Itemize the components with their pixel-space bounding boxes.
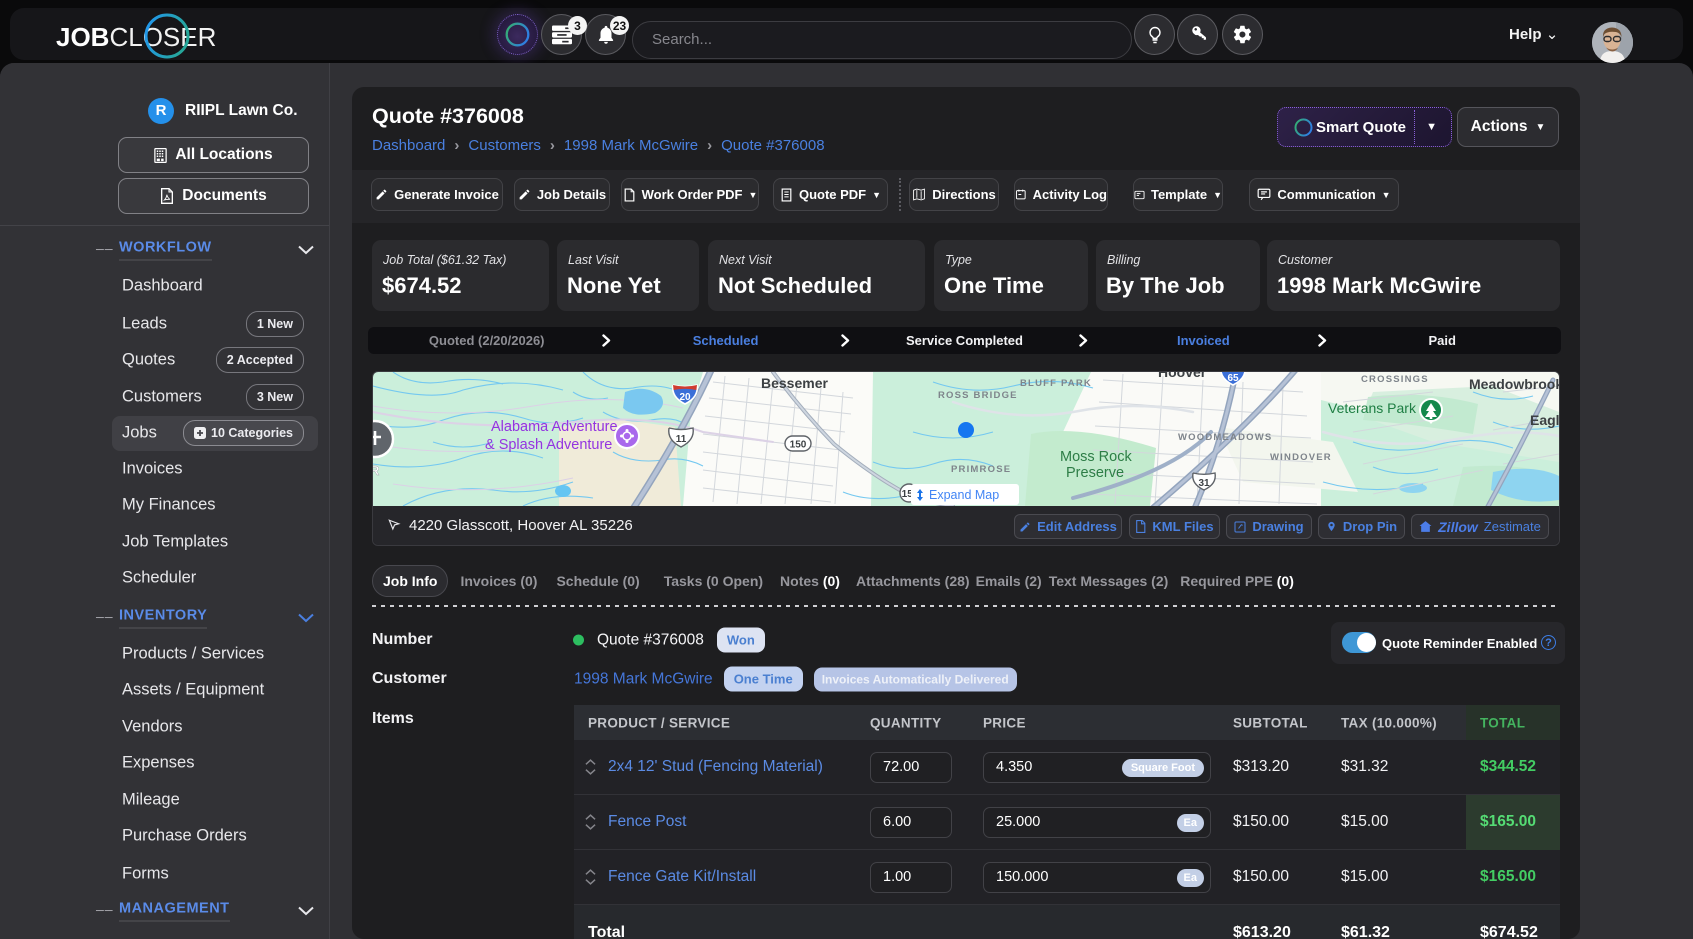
svg-text:Expand Map: Expand Map xyxy=(929,488,999,502)
svg-text:Hoover: Hoover xyxy=(1158,372,1207,380)
svg-text:150: 150 xyxy=(790,440,807,451)
svg-text:Veterans Park: Veterans Park xyxy=(1328,400,1417,416)
svg-text:PRIMROSE: PRIMROSE xyxy=(951,464,1011,475)
svg-text:Bessemer: Bessemer xyxy=(761,375,828,391)
svg-text:Preserve: Preserve xyxy=(1066,465,1124,481)
svg-text:BLUFF PARK: BLUFF PARK xyxy=(1020,378,1092,389)
svg-text:ROSS BRIDGE: ROSS BRIDGE xyxy=(938,390,1018,401)
svg-text:20: 20 xyxy=(679,392,691,403)
svg-text:Meadowbrook: Meadowbrook xyxy=(1469,376,1559,392)
svg-text:WINDOVER: WINDOVER xyxy=(1270,452,1332,463)
svg-text:Moss Rock: Moss Rock xyxy=(1060,449,1132,465)
svg-text:65: 65 xyxy=(1227,373,1239,384)
svg-text:Eagle: Eagle xyxy=(1530,412,1559,428)
svg-text:WOODMEADOWS: WOODMEADOWS xyxy=(1178,432,1272,443)
svg-text:& Splash Adventure: & Splash Adventure xyxy=(485,437,612,453)
svg-text:11: 11 xyxy=(676,434,687,445)
svg-text:CROSSINGS: CROSSINGS xyxy=(1361,374,1429,385)
svg-text:R: R xyxy=(373,463,380,478)
svg-text:Alabama Adventure: Alabama Adventure xyxy=(491,419,618,435)
svg-text:31: 31 xyxy=(1198,478,1210,489)
